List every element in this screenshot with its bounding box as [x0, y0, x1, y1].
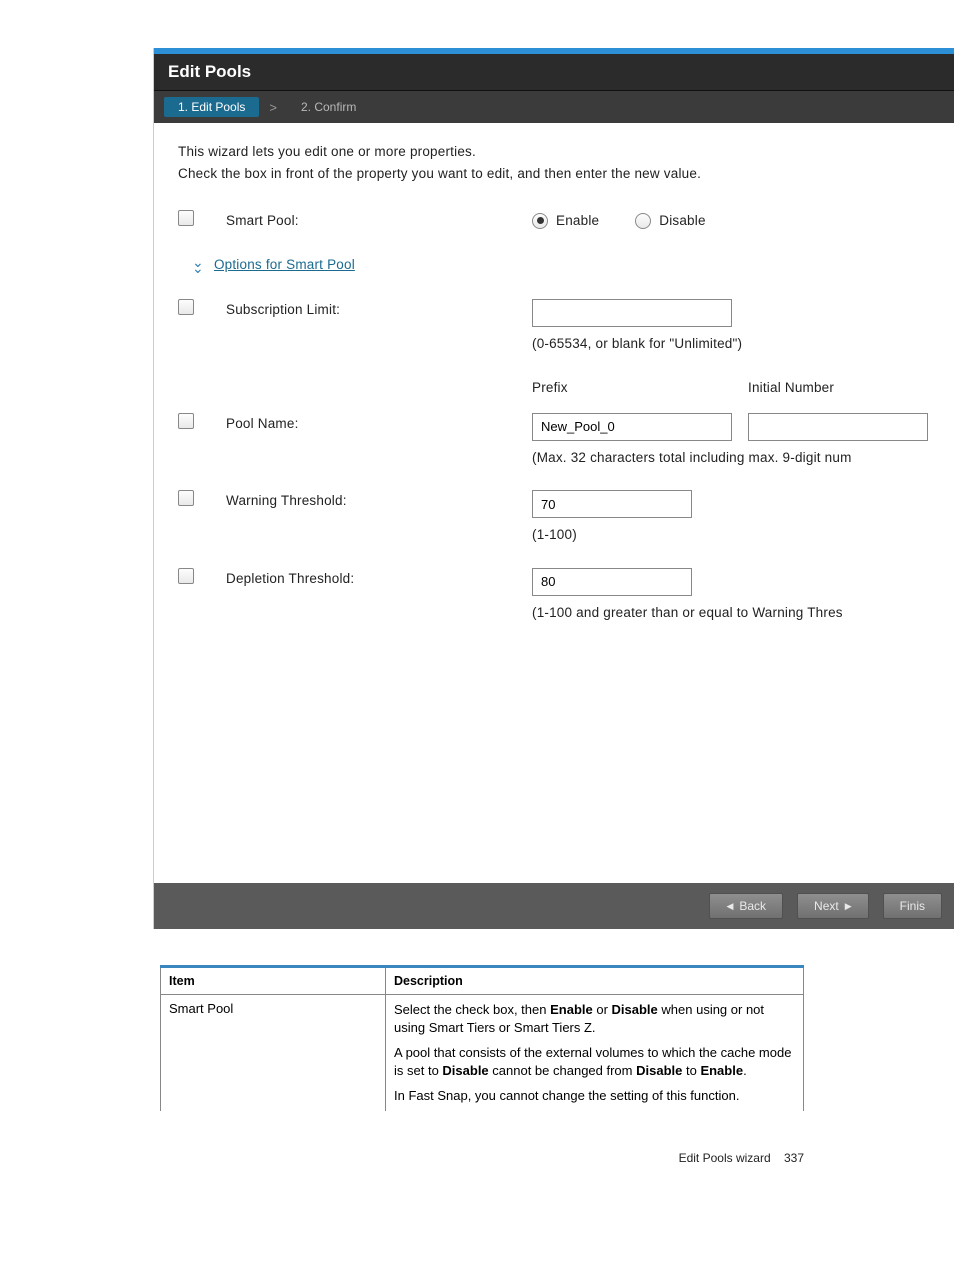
subscription-limit-hint: (0-65534, or blank for "Unlimited"): [532, 333, 954, 355]
enable-label: Enable: [556, 210, 599, 232]
checkbox-depletion-threshold[interactable]: [178, 568, 194, 584]
header-item: Item: [161, 967, 386, 995]
smart-pool-label: Smart Pool:: [226, 210, 532, 232]
initial-number-header: Initial Number: [748, 377, 834, 399]
next-button-label: Next: [814, 899, 839, 913]
row-pool-name: Pool Name: (Max. 32 characters total inc…: [178, 413, 954, 469]
triangle-left-icon: ◀: [726, 901, 733, 912]
footer-title: Edit Pools wizard: [679, 1151, 771, 1165]
row-smart-pool: Smart Pool: Enable Disable: [178, 210, 954, 232]
subscription-limit-input[interactable]: [532, 299, 732, 327]
description-table: Item Description Smart PoolSelect the ch…: [160, 965, 804, 1111]
finish-button-label: Finis: [900, 899, 925, 913]
wizard-title: Edit Pools: [154, 54, 954, 91]
step-index: 1.: [178, 100, 188, 114]
chevron-double-down-icon: ⌄⌄: [192, 259, 204, 271]
prefix-header: Prefix: [532, 377, 748, 399]
warning-threshold-label: Warning Threshold:: [226, 490, 532, 512]
header-description: Description: [386, 967, 804, 995]
radio-enable[interactable]: [532, 213, 548, 229]
checkbox-warning-threshold[interactable]: [178, 490, 194, 506]
footer-page-number: 337: [784, 1151, 804, 1165]
pool-name-initial-input[interactable]: [748, 413, 928, 441]
pool-name-hint: (Max. 32 characters total including max.…: [532, 447, 954, 469]
row-subscription-limit: Subscription Limit: (0-65534, or blank f…: [178, 299, 954, 355]
smart-pool-radio-group: Enable Disable: [532, 210, 954, 232]
intro-line2: Check the box in front of the property y…: [178, 163, 954, 185]
pool-name-label: Pool Name:: [226, 413, 532, 435]
next-button[interactable]: Next ▶: [797, 893, 869, 919]
wizard-step-1[interactable]: 1. Edit Pools: [164, 97, 259, 117]
wizard-footer: ◀ Back Next ▶ Finis: [154, 883, 954, 929]
subscription-limit-label: Subscription Limit:: [226, 299, 532, 321]
disable-label: Disable: [659, 210, 705, 232]
chevron-right-icon: >: [269, 100, 277, 115]
options-smart-pool-link[interactable]: ⌄⌄ Options for Smart Pool: [192, 254, 954, 276]
warning-threshold-hint: (1-100): [532, 524, 954, 546]
row-depletion-threshold: Depletion Threshold: (1-100 and greater …: [178, 568, 954, 624]
warning-threshold-input[interactable]: [532, 490, 692, 518]
back-button[interactable]: ◀ Back: [709, 893, 783, 919]
checkbox-smart-pool[interactable]: [178, 210, 194, 226]
checkbox-pool-name[interactable]: [178, 413, 194, 429]
depletion-threshold-hint: (1-100 and greater than or equal to Warn…: [532, 602, 954, 624]
row-pool-name-headers: Prefix Initial Number: [178, 377, 954, 407]
depletion-threshold-input[interactable]: [532, 568, 692, 596]
page-footer: Edit Pools wizard 337: [0, 1151, 804, 1185]
item-cell: Smart Pool: [161, 995, 386, 1111]
back-button-label: Back: [739, 899, 766, 913]
checkbox-subscription-limit[interactable]: [178, 299, 194, 315]
pool-name-prefix-input[interactable]: [532, 413, 732, 441]
table-row: Smart PoolSelect the check box, then Ena…: [161, 995, 804, 1111]
row-warning-threshold: Warning Threshold: (1-100): [178, 490, 954, 546]
description-cell: Select the check box, then Enable or Dis…: [386, 995, 804, 1111]
depletion-threshold-label: Depletion Threshold:: [226, 568, 532, 590]
step-label: Confirm: [314, 100, 356, 114]
intro-text: This wizard lets you edit one or more pr…: [178, 141, 954, 184]
options-link-text: Options for Smart Pool: [214, 254, 355, 276]
triangle-right-icon: ▶: [845, 901, 852, 912]
finish-button[interactable]: Finis: [883, 893, 942, 919]
radio-dot-icon: [537, 217, 544, 224]
wizard-content: This wizard lets you edit one or more pr…: [154, 123, 954, 883]
step-label: Edit Pools: [191, 100, 245, 114]
wizard-step-2[interactable]: 2. Confirm: [287, 97, 370, 117]
wizard-steps: 1. Edit Pools > 2. Confirm: [154, 91, 954, 123]
description-table-wrap: Item Description Smart PoolSelect the ch…: [160, 965, 804, 1111]
intro-line1: This wizard lets you edit one or more pr…: [178, 141, 954, 163]
wizard-panel: Edit Pools 1. Edit Pools > 2. Confirm Th…: [153, 48, 954, 929]
step-index: 2.: [301, 100, 311, 114]
radio-disable[interactable]: [635, 213, 651, 229]
